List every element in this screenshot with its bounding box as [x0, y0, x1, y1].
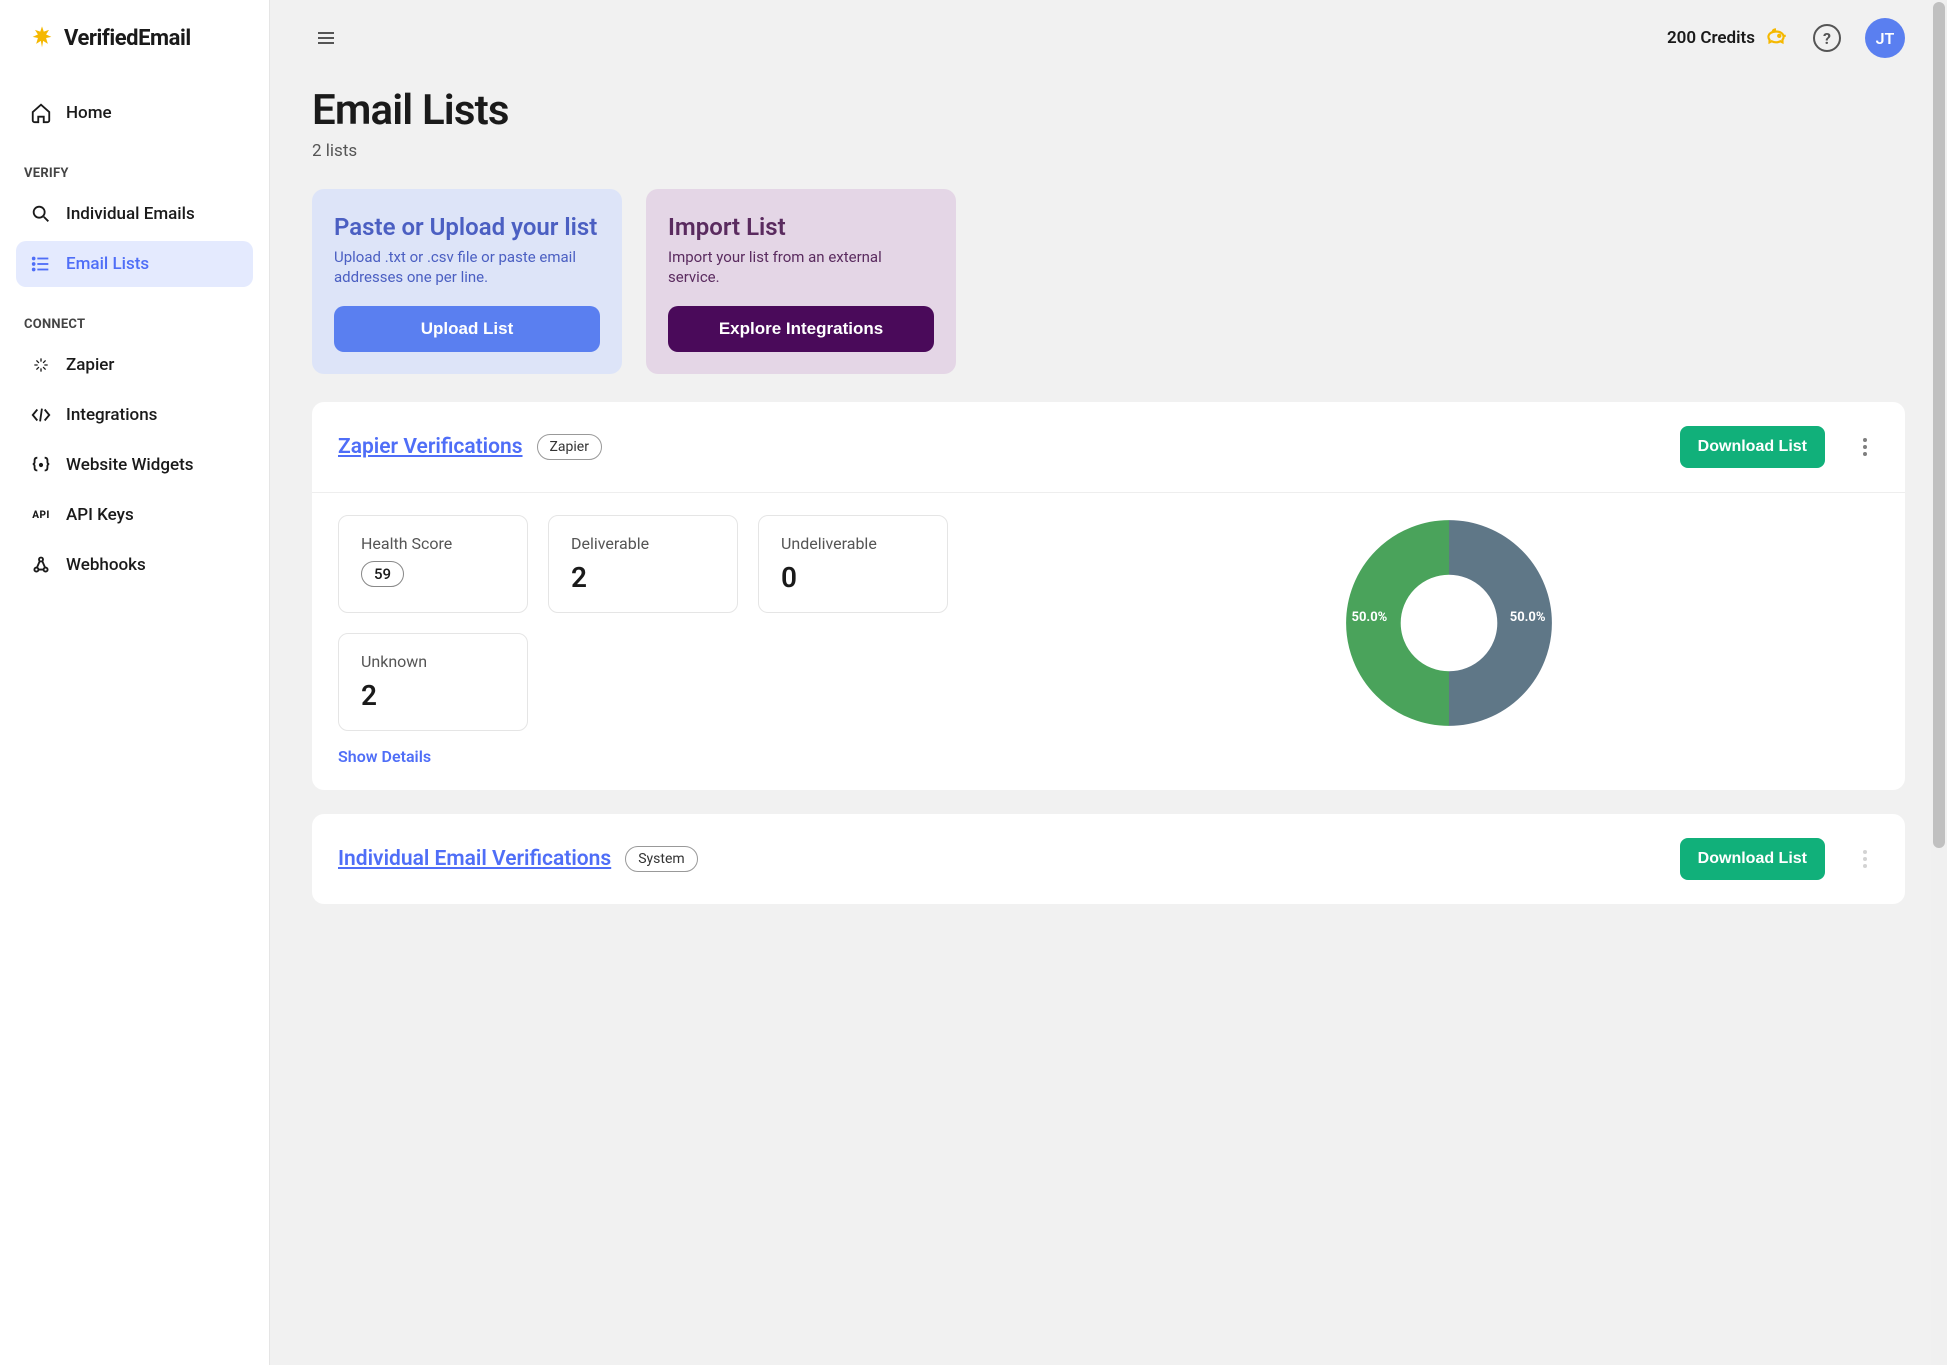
help-icon[interactable]: ?: [1813, 24, 1841, 52]
download-list-button[interactable]: Download List: [1680, 838, 1825, 880]
braces-icon: [30, 454, 52, 476]
nav-email-lists-label: Email Lists: [66, 254, 149, 274]
code-icon: [30, 404, 52, 426]
page-title: Email Lists: [312, 86, 1905, 135]
nav-email-lists[interactable]: Email Lists: [16, 241, 253, 287]
zapier-icon: [30, 354, 52, 376]
avatar[interactable]: JT: [1865, 18, 1905, 58]
stat-undeliverable-value: 0: [781, 561, 925, 594]
stat-unknown: Unknown 2: [338, 633, 528, 731]
api-icon: API: [30, 504, 52, 526]
more-menu-button[interactable]: [1851, 433, 1879, 461]
webhook-icon: [30, 554, 52, 576]
import-card: Import List Import your list from an ext…: [646, 189, 956, 374]
stat-health: Health Score 59: [338, 515, 528, 613]
nav-zapier[interactable]: Zapier: [16, 342, 253, 388]
nav-integrations-label: Integrations: [66, 405, 157, 425]
upload-desc: Upload .txt or .csv file or paste email …: [334, 247, 600, 288]
scrollbar-thumb[interactable]: [1933, 2, 1945, 848]
nav-webhooks[interactable]: Webhooks: [16, 542, 253, 588]
brand-logo[interactable]: VerifiedEmail: [16, 24, 253, 52]
nav-api-label: API Keys: [66, 505, 134, 525]
credits-text: 200 Credits: [1667, 28, 1755, 48]
stat-unknown-value: 2: [361, 679, 505, 712]
stat-undeliverable-label: Undeliverable: [781, 534, 925, 553]
nav-home-label: Home: [66, 103, 112, 123]
stat-deliverable-value: 2: [571, 561, 715, 594]
nav-widgets-label: Website Widgets: [66, 455, 193, 475]
piggy-icon: [1763, 25, 1789, 51]
import-title: Import List: [668, 213, 934, 241]
nav-widgets[interactable]: Website Widgets: [16, 442, 253, 488]
sidebar: VerifiedEmail Home VERIFY Individual Ema…: [0, 0, 270, 1365]
nav-individual-emails[interactable]: Individual Emails: [16, 191, 253, 237]
topbar: 200 Credits ? JT: [270, 0, 1947, 58]
import-desc: Import your list from an external servic…: [668, 247, 934, 288]
nav-home[interactable]: Home: [16, 90, 253, 136]
stat-health-label: Health Score: [361, 534, 505, 553]
scrollbar[interactable]: [1931, 0, 1947, 1365]
donut-label-left: 50.0%: [1352, 610, 1388, 625]
hamburger-icon[interactable]: [312, 24, 340, 52]
home-icon: [30, 102, 52, 124]
section-connect-label: CONNECT: [24, 317, 253, 332]
list-name-link[interactable]: Individual Email Verifications: [338, 847, 611, 871]
section-verify-label: VERIFY: [24, 166, 253, 181]
stat-deliverable: Deliverable 2: [548, 515, 738, 613]
logo-mark-icon: [28, 24, 56, 52]
list-tag: System: [625, 846, 697, 872]
stat-undeliverable: Undeliverable 0: [758, 515, 948, 613]
list-card: Zapier Verifications Zapier Download Lis…: [312, 402, 1905, 790]
main-area: 200 Credits ? JT Email Lists 2 lists Pas…: [270, 0, 1947, 1365]
more-menu-button[interactable]: [1851, 845, 1879, 873]
explore-integrations-button[interactable]: Explore Integrations: [668, 306, 934, 352]
brand-name: VerifiedEmail: [64, 26, 191, 51]
show-details-link[interactable]: Show Details: [338, 747, 431, 766]
list-card: Individual Email Verifications System Do…: [312, 814, 1905, 904]
upload-card: Paste or Upload your list Upload .txt or…: [312, 189, 622, 374]
list-tag: Zapier: [537, 434, 602, 460]
donut-chart: 50.0% 50.0%: [1018, 515, 1879, 731]
page-subtitle: 2 lists: [312, 141, 1905, 161]
donut-label-right: 50.0%: [1510, 610, 1546, 625]
download-list-button[interactable]: Download List: [1680, 426, 1825, 468]
nav-integrations[interactable]: Integrations: [16, 392, 253, 438]
list-name-link[interactable]: Zapier Verifications: [338, 435, 523, 459]
upload-list-button[interactable]: Upload List: [334, 306, 600, 352]
upload-title: Paste or Upload your list: [334, 213, 600, 241]
magnify-icon: [30, 203, 52, 225]
list-icon: [30, 253, 52, 275]
stat-health-value: 59: [361, 561, 404, 587]
nav-webhooks-label: Webhooks: [66, 555, 146, 575]
credits-display[interactable]: 200 Credits: [1667, 25, 1789, 51]
stat-deliverable-label: Deliverable: [571, 534, 715, 553]
nav-individual-label: Individual Emails: [66, 204, 195, 224]
nav-api-keys[interactable]: API API Keys: [16, 492, 253, 538]
stat-unknown-label: Unknown: [361, 652, 505, 671]
nav-zapier-label: Zapier: [66, 355, 114, 375]
